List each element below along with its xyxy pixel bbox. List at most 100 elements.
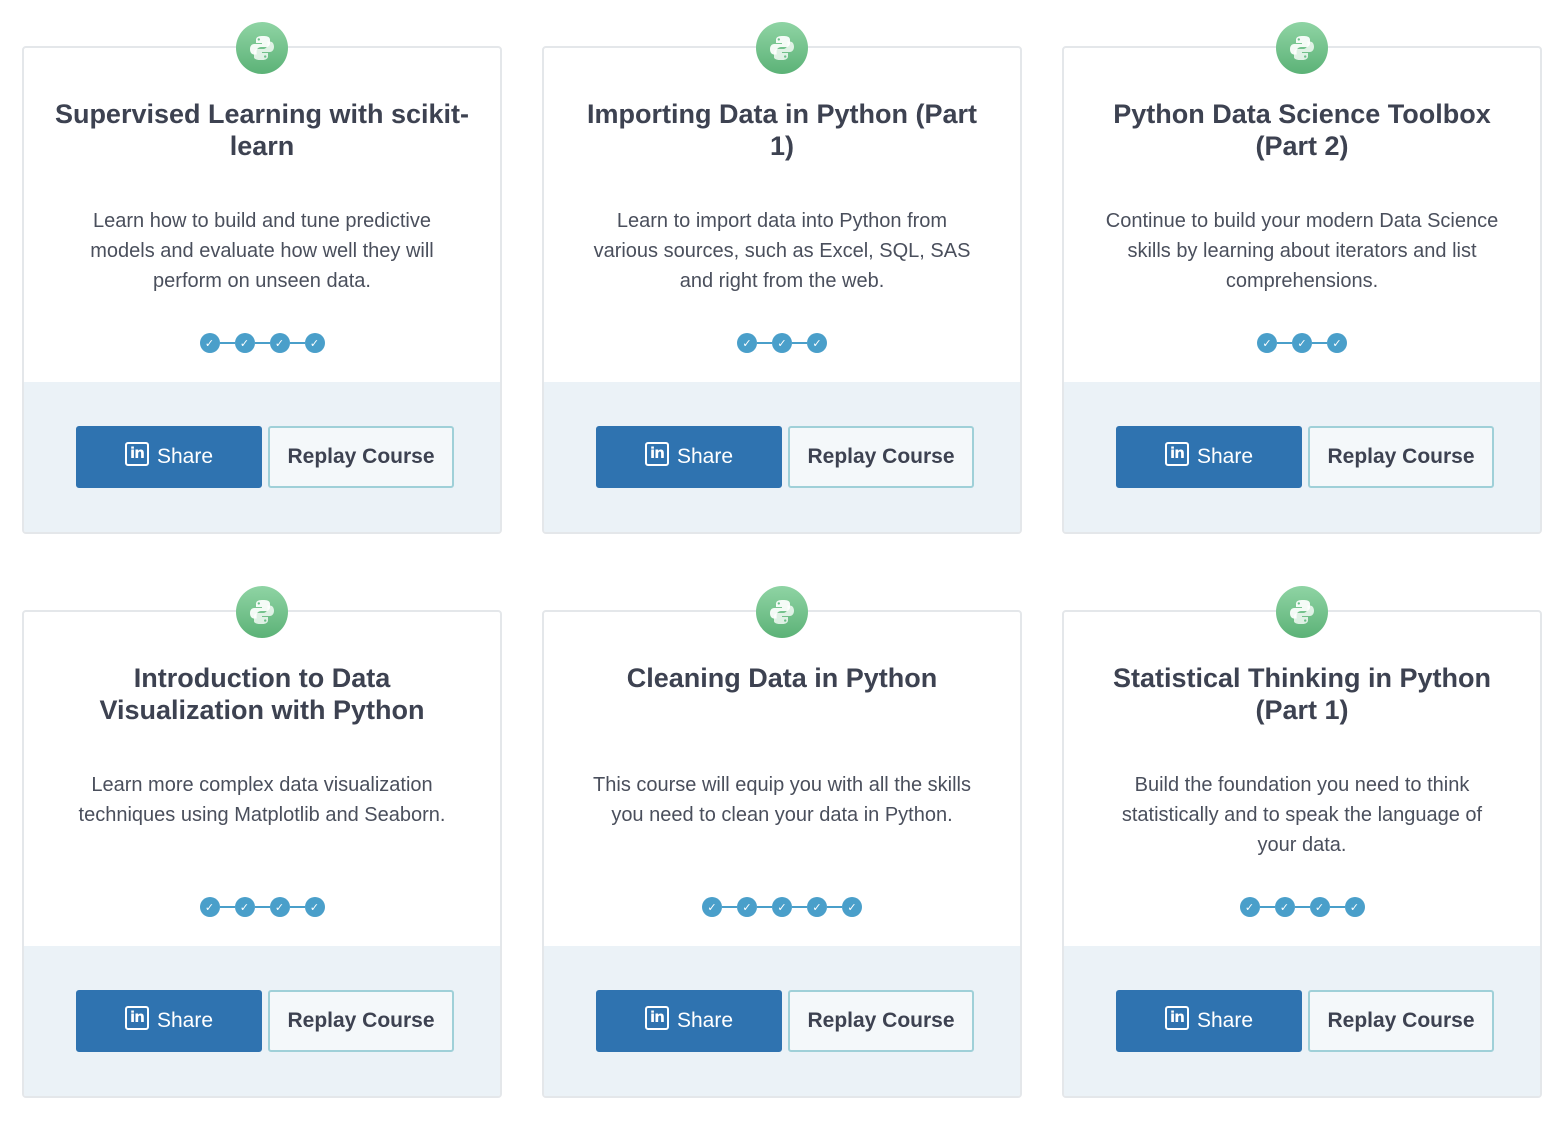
chapter-complete-check-icon: ✓ (269, 333, 290, 353)
share-button[interactable]: in Share (596, 990, 782, 1052)
course-description: Build the foundation you need to think s… (1121, 774, 1483, 856)
share-label: Share (1196, 445, 1254, 468)
chapter-complete-check-icon: ✓ (772, 897, 792, 917)
python-icon (1290, 600, 1314, 624)
progress-connector (757, 342, 772, 344)
chapter-complete-check-icon: ✓ (1274, 897, 1295, 917)
chapter-progress: ✓ ✓ ✓ ✓ (24, 896, 500, 918)
progress-connector (254, 342, 270, 344)
card-footer: in Share Replay Course (1064, 382, 1540, 532)
card-footer: in Share Replay Course (1064, 946, 1540, 1096)
course-title: Introduction to Data Visualization with … (99, 663, 425, 725)
share-label: Share (676, 445, 734, 468)
replay-course-button[interactable]: Replay Course (268, 426, 454, 488)
chapter-progress: ✓ ✓ ✓ ✓ (1064, 896, 1540, 918)
share-label: Share (1196, 1009, 1254, 1032)
share-button[interactable]: in Share (1116, 426, 1302, 488)
progress-connector (1329, 906, 1345, 908)
chapter-progress: ✓ ✓ ✓ ✓ (24, 332, 500, 354)
python-icon (770, 36, 794, 60)
course-title: Importing Data in Python (Part 1) (586, 99, 977, 161)
replay-course-button[interactable]: Replay Course (1308, 990, 1494, 1052)
course-title: Python Data Science Toolbox (Part 2) (1113, 99, 1491, 161)
chapter-progress: ✓ ✓ ✓ ✓ ✓ (544, 896, 1020, 918)
progress-connector (792, 342, 807, 344)
replay-course-button[interactable]: Replay Course (788, 990, 974, 1052)
chapter-complete-check-icon: ✓ (737, 333, 757, 353)
chapter-complete-check-icon: ✓ (234, 897, 255, 917)
python-badge (756, 586, 808, 638)
replay-course-button[interactable]: Replay Course (268, 990, 454, 1052)
chapter-complete-check-icon: ✓ (1344, 897, 1365, 917)
python-badge (236, 586, 288, 638)
replay-label: Replay Course (287, 445, 435, 468)
progress-connector (722, 906, 737, 908)
share-label: Share (156, 1009, 214, 1032)
course-grid: Supervised Learning with scikit-learn Le… (0, 0, 1564, 1142)
linkedin-icon: in (644, 1006, 669, 1030)
share-label: Share (676, 1009, 734, 1032)
replay-label: Replay Course (1327, 1009, 1475, 1032)
chapter-complete-check-icon: ✓ (1327, 333, 1347, 353)
course-card-6: Statistical Thinking in Python (Part 1) … (1062, 586, 1542, 1098)
python-badge (756, 22, 808, 74)
chapter-complete-check-icon: ✓ (199, 897, 220, 917)
chapter-complete-check-icon: ✓ (772, 333, 792, 353)
course-card-1: Supervised Learning with scikit-learn Le… (22, 22, 502, 534)
progress-connector (1277, 342, 1292, 344)
course-title: Cleaning Data in Python (626, 663, 938, 693)
share-button[interactable]: in Share (596, 426, 782, 488)
chapter-complete-check-icon: ✓ (702, 897, 722, 917)
share-label: Share (156, 445, 214, 468)
progress-connector (792, 906, 807, 908)
linkedin-icon: in (1164, 442, 1189, 466)
replay-label: Replay Course (1327, 445, 1475, 468)
share-button[interactable]: in Share (1116, 990, 1302, 1052)
progress-connector (757, 906, 772, 908)
linkedin-icon: in (124, 442, 149, 466)
linkedin-icon: in (1164, 1006, 1189, 1030)
python-icon (770, 600, 794, 624)
course-title: Supervised Learning with scikit-learn (54, 99, 470, 161)
progress-connector (1312, 342, 1327, 344)
course-card-4: Introduction to Data Visualization with … (22, 586, 502, 1098)
progress-connector (219, 906, 235, 908)
chapter-complete-check-icon: ✓ (269, 897, 290, 917)
replay-label: Replay Course (287, 1009, 435, 1032)
python-badge (236, 22, 288, 74)
course-title: Statistical Thinking in Python (Part 1) (1112, 663, 1492, 725)
python-icon (250, 600, 274, 624)
course-description: Continue to build your modern Data Scien… (1105, 210, 1499, 292)
chapter-complete-check-icon: ✓ (234, 333, 255, 353)
replay-label: Replay Course (807, 445, 955, 468)
progress-connector (289, 906, 305, 908)
card-footer: in Share Replay Course (24, 946, 500, 1096)
chapter-complete-check-icon: ✓ (199, 333, 220, 353)
chapter-progress: ✓ ✓ ✓ (1064, 332, 1540, 354)
progress-connector (1294, 906, 1310, 908)
replay-course-button[interactable]: Replay Course (1308, 426, 1494, 488)
course-description: Learn more complex data visualization te… (78, 774, 446, 826)
share-button[interactable]: in Share (76, 426, 262, 488)
share-button[interactable]: in Share (76, 990, 262, 1052)
card-footer: in Share Replay Course (544, 382, 1020, 532)
course-description: This course will equip you with all the … (593, 774, 971, 826)
course-card-2: Importing Data in Python (Part 1) Learn … (542, 22, 1022, 534)
chapter-complete-check-icon: ✓ (1257, 333, 1277, 353)
course-description: Learn to import data into Python from va… (593, 210, 971, 292)
course-card-3: Python Data Science Toolbox (Part 2) Con… (1062, 22, 1542, 534)
progress-connector (219, 342, 235, 344)
replay-course-button[interactable]: Replay Course (788, 426, 974, 488)
python-icon (250, 36, 274, 60)
course-description: Learn how to build and tune predictive m… (90, 210, 434, 292)
chapter-complete-check-icon: ✓ (1239, 897, 1260, 917)
linkedin-icon: in (644, 442, 669, 466)
chapter-complete-check-icon: ✓ (304, 333, 325, 353)
chapter-complete-check-icon: ✓ (737, 897, 757, 917)
course-card-5: Cleaning Data in Python This course will… (542, 586, 1022, 1098)
card-footer: in Share Replay Course (544, 946, 1020, 1096)
progress-connector (1259, 906, 1275, 908)
python-icon (1290, 36, 1314, 60)
card-footer: in Share Replay Course (24, 382, 500, 532)
linkedin-icon: in (124, 1006, 149, 1030)
